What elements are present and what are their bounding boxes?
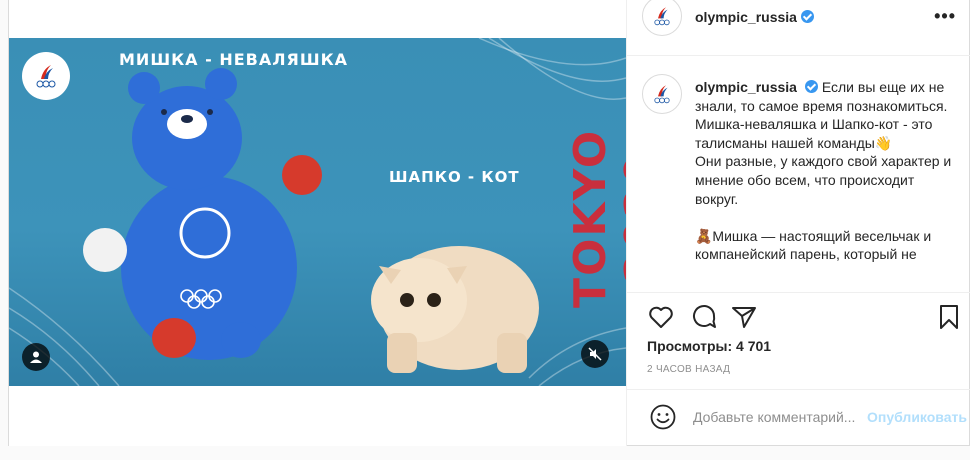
caption-text: Если вы еще их не знали, то самое время … — [695, 79, 952, 263]
heart-icon[interactable] — [647, 303, 675, 331]
roc-logo — [22, 52, 70, 100]
tokyo-2020-text: TOKYO 2020 — [565, 128, 626, 308]
caption-avatar[interactable] — [642, 74, 682, 114]
muted-speaker-icon — [588, 347, 602, 361]
post-timestamp[interactable]: 2 часов назад — [647, 364, 730, 375]
mute-button[interactable] — [581, 340, 609, 368]
caption-area: olympic_russia Если вы еще их не знали, … — [627, 56, 970, 292]
verified-badge-icon — [800, 10, 814, 23]
post-header: olympic_russia ••• — [627, 0, 970, 56]
comment-input[interactable] — [693, 409, 868, 425]
publish-button[interactable]: Опубликовать — [867, 409, 967, 425]
comment-icon[interactable] — [690, 303, 718, 331]
video-frame-art — [9, 38, 626, 386]
verified-badge-icon — [804, 80, 818, 93]
header-username-text[interactable]: olympic_russia — [695, 9, 797, 25]
share-icon[interactable] — [730, 303, 758, 331]
bookmark-icon[interactable] — [935, 303, 963, 331]
roc-flame-icon — [36, 65, 56, 88]
emoji-icon[interactable] — [649, 403, 677, 431]
post-media: МИШКА - НЕВАЛЯШКА ШАПКО - КОТ TOKYO 2020 — [9, 0, 626, 446]
header-username[interactable]: olympic_russia — [695, 9, 814, 25]
post-actions: Просмотры: 4 701 2 часов назад Опубликов… — [627, 292, 970, 446]
caption: olympic_russia Если вы еще их не знали, … — [695, 78, 953, 264]
user-icon — [30, 351, 42, 363]
roc-flame-icon — [654, 7, 670, 26]
more-options-button[interactable]: ••• — [934, 6, 956, 27]
comment-box: Опубликовать — [627, 389, 970, 447]
post-sidebar: olympic_russia ••• olympic_russia Если в… — [626, 0, 970, 446]
video-title-left: МИШКА - НЕВАЛЯШКА — [119, 50, 349, 69]
avatar[interactable] — [642, 0, 682, 36]
video-player[interactable]: МИШКА - НЕВАЛЯШКА ШАПКО - КОТ TOKYO 2020 — [9, 38, 626, 386]
tagged-user-button[interactable] — [22, 343, 50, 371]
roc-flame-icon — [654, 85, 670, 104]
caption-username[interactable]: olympic_russia — [695, 79, 797, 95]
instagram-post: МИШКА - НЕВАЛЯШКА ШАПКО - КОТ TOKYO 2020 — [8, 0, 970, 446]
video-title-right: ШАПКО - КОТ — [389, 168, 520, 186]
views-count[interactable]: Просмотры: 4 701 — [647, 338, 771, 354]
